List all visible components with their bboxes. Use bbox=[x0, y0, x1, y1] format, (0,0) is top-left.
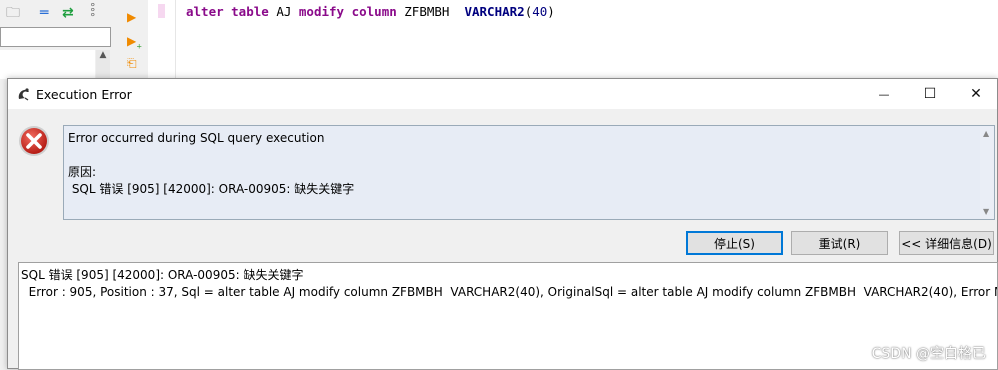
current-line-marker bbox=[158, 4, 165, 18]
run-script-icon[interactable]: ▶+ bbox=[127, 34, 142, 53]
navigator-tree[interactable] bbox=[0, 50, 95, 79]
watermark: CSDN @空白格已 bbox=[871, 346, 986, 362]
cause-label: 原因: bbox=[68, 165, 97, 179]
sql-number: 40 bbox=[532, 4, 548, 19]
editor-action-gutter: ▶ ▶+ ⎗ bbox=[120, 0, 149, 79]
error-details-box[interactable]: SQL 错误 [905] [42000]: ORA-00905: 缺失关键字 E… bbox=[18, 262, 998, 370]
close-icon: ✕ bbox=[970, 86, 982, 102]
sql-type: VARCHAR2 bbox=[464, 4, 525, 19]
navigator-panel: 🗀 ═ ⇄ ° ° ° ▲ bbox=[0, 0, 121, 79]
sql-keyword: modify column bbox=[298, 4, 397, 19]
details-line-1: SQL 错误 [905] [42000]: ORA-00905: 缺失关键字 bbox=[21, 268, 304, 282]
maximize-button[interactable]: ☐ bbox=[907, 79, 953, 109]
minimize-button[interactable]: — bbox=[861, 79, 907, 109]
line-marker-column bbox=[148, 0, 175, 79]
details-line-2: Error : 905, Position : 37, Sql = alter … bbox=[21, 285, 998, 299]
cause-detail: SQL 错误 [905] [42000]: ORA-00905: 缺失关键字 bbox=[68, 182, 355, 196]
new-folder-icon[interactable]: 🗀 bbox=[6, 6, 20, 20]
scroll-up-icon[interactable]: ▲ bbox=[983, 129, 989, 138]
dialog-title: Execution Error bbox=[36, 87, 132, 102]
sql-keyword: alter table bbox=[186, 4, 269, 19]
sql-statement-line[interactable]: alter table AJ modify column ZFBMBH VARC… bbox=[186, 4, 555, 19]
scroll-down-icon[interactable]: ▼ bbox=[983, 207, 989, 216]
error-message-text: Error occurred during SQL query executio… bbox=[68, 130, 968, 198]
sql-editor[interactable]: alter table AJ modify column ZFBMBH VARC… bbox=[175, 0, 998, 79]
execution-error-dialog: Execution Error — ☐ ✕ Error occurred dur… bbox=[7, 78, 998, 370]
collapse-icon[interactable]: ═ bbox=[40, 6, 48, 20]
more-icon[interactable]: ° ° ° bbox=[90, 2, 96, 23]
dialog-titlebar[interactable]: Execution Error — ☐ ✕ bbox=[8, 79, 997, 109]
navigator-filter-input[interactable] bbox=[0, 27, 111, 47]
run-icon[interactable]: ▶ bbox=[127, 10, 136, 24]
retry-button[interactable]: 重试(R) bbox=[791, 231, 888, 255]
explain-plan-icon[interactable]: ⎗ bbox=[127, 56, 137, 70]
sql-paren: ) bbox=[547, 4, 555, 19]
error-details-text: SQL 错误 [905] [42000]: ORA-00905: 缺失关键字 E… bbox=[21, 267, 998, 301]
error-icon bbox=[19, 126, 49, 156]
sql-identifier: ZFBMBH bbox=[396, 4, 465, 19]
navigator-scrollbar[interactable]: ▲ bbox=[96, 50, 110, 79]
error-message-box[interactable]: Error occurred during SQL query executio… bbox=[63, 125, 995, 220]
sql-identifier: AJ bbox=[268, 4, 299, 19]
minimize-icon: — bbox=[878, 87, 890, 101]
app-logo-icon bbox=[18, 88, 29, 101]
error-summary: Error occurred during SQL query executio… bbox=[68, 131, 325, 145]
maximize-icon: ☐ bbox=[923, 86, 937, 102]
sync-icon[interactable]: ⇄ bbox=[62, 6, 74, 20]
stop-button[interactable]: 停止(S) bbox=[686, 231, 783, 255]
message-scrollbar[interactable]: ▲ ▼ bbox=[980, 126, 994, 219]
details-toggle-button[interactable]: << 详细信息(D) bbox=[899, 231, 994, 255]
close-button[interactable]: ✕ bbox=[953, 79, 998, 109]
